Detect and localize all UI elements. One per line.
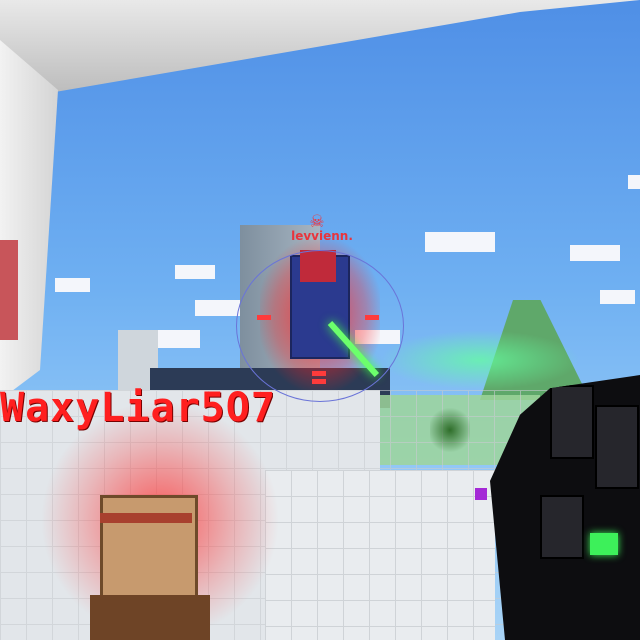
- crosshair-right-mark: [365, 315, 379, 320]
- crosshair-ring: [236, 250, 404, 402]
- cloud: [55, 278, 90, 292]
- teammate-player[interactable]: [90, 495, 210, 640]
- left-wall-red-edge: [0, 240, 18, 340]
- crosshair-bottom-mark: [312, 371, 326, 376]
- player-nametag: WaxyLiar5O7: [0, 385, 276, 431]
- cloud: [175, 265, 215, 279]
- weapon-panel: [540, 495, 584, 559]
- plant-decoration: [430, 405, 470, 455]
- teammate-head: [100, 495, 198, 601]
- cloud: [628, 175, 640, 189]
- crosshair-left-mark: [257, 315, 271, 320]
- enemy-nametag: levvienn.: [291, 229, 353, 243]
- cloud: [600, 290, 635, 304]
- weapon-green-light: [590, 533, 618, 555]
- weapon-panel: [550, 385, 594, 459]
- cloud: [425, 232, 495, 252]
- weapon-panel: [595, 405, 639, 489]
- teammate-body: [90, 595, 210, 640]
- front-wall: [265, 470, 495, 640]
- crosshair-bottom-mark-2: [312, 379, 326, 384]
- weapon-purple-light: [475, 488, 487, 500]
- teammate-headband: [100, 513, 192, 523]
- cloud: [570, 245, 620, 261]
- green-energy-beam: [380, 330, 580, 390]
